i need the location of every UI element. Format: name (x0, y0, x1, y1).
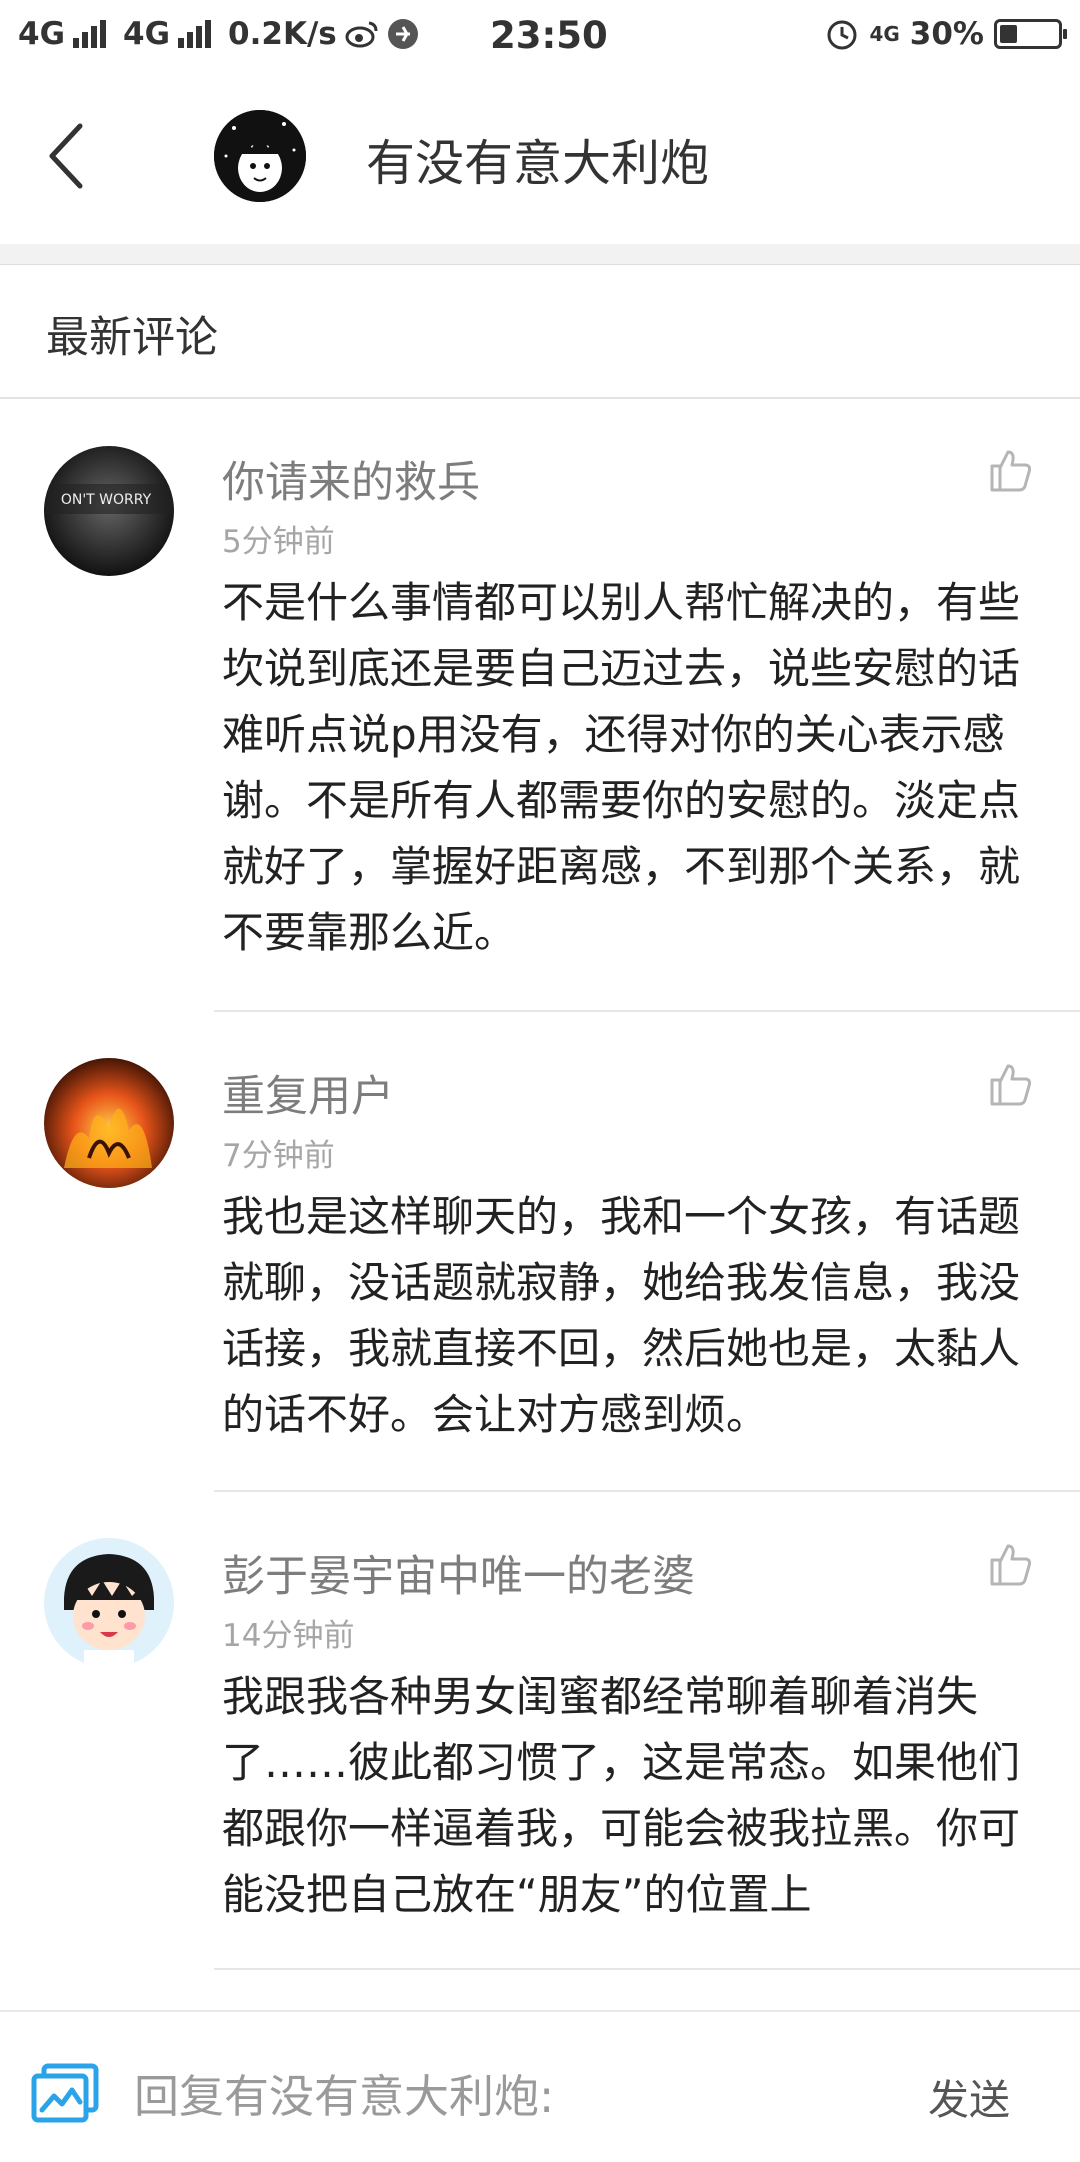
comment-text: 我跟我各种男女闺蜜都经常聊着聊着消失了……彼此都习惯了，这是常态。如果他们都跟你… (222, 1672, 1021, 1919)
comment-text: 不是什么事情都可以别人帮忙解决的，有些坎说到底还是要自己迈过去，说些安慰的话难听… (222, 578, 1021, 957)
status-left: 4G 4G 0.2K/s (18, 16, 419, 52)
chevron-left-icon[interactable] (40, 116, 100, 196)
comment-author[interactable]: 你请来的救兵 (222, 448, 480, 510)
divider (0, 244, 1080, 265)
weibo-icon (345, 21, 378, 48)
image-icon[interactable] (30, 2062, 100, 2126)
section-header: 最新评论 (0, 265, 1080, 399)
thumbs-up-icon[interactable] (986, 1540, 1034, 1588)
comment-author[interactable]: 彭于晏宇宙中唯一的老婆 (222, 1542, 695, 1604)
network-speed: 0.2K/s (228, 16, 337, 52)
network-label-1: 4G (18, 16, 66, 52)
divider (214, 1968, 1080, 1970)
battery-level (1000, 25, 1017, 43)
battery-icon (994, 19, 1067, 49)
signal-icon-2 (178, 20, 212, 48)
top-bar: 有没有意大利炮 (0, 76, 1080, 245)
section-title: 最新评论 (46, 313, 218, 363)
signal-icon (73, 20, 107, 48)
send-button[interactable]: 发送 (928, 2066, 1010, 2126)
network-label-3: 4G (869, 22, 900, 46)
thumbs-up-icon[interactable] (986, 1060, 1034, 1108)
comment-text: 我也是这样聊天的，我和一个女孩，有话题就聊，没话题就寂静，她给我发信息，我没话接… (222, 1192, 1021, 1439)
network-label-2: 4G (123, 16, 171, 52)
status-bar: 4G 4G 0.2K/s 23:50 4G 30% (0, 0, 1080, 76)
page-title: 有没有意大利炮 (366, 135, 710, 192)
comment-time: 7分钟前 (222, 1138, 335, 1174)
avatar-caption: ON'T WORRY (61, 492, 152, 508)
avatar[interactable] (214, 110, 306, 202)
avatar[interactable] (44, 1058, 174, 1188)
battery-percent: 30% (909, 16, 984, 52)
comment-item: 重复用户 7分钟前 我也是这样聊天的，我和一个女孩，有话题就聊，没话题就寂静，她… (0, 1012, 1080, 1492)
comment-time: 14分钟前 (222, 1618, 355, 1654)
reply-input[interactable]: 回复有没有意大利炮: (134, 2060, 554, 2125)
avatar[interactable]: ON'T WORRY (44, 446, 174, 576)
status-right: 4G 30% (825, 16, 1067, 52)
comment-author[interactable]: 重复用户 (222, 1062, 394, 1124)
comment-time: 5分钟前 (222, 524, 335, 560)
comment-item: ON'T WORRY 你请来的救兵 5分钟前 不是什么事情都可以别人帮忙解决的，… (0, 398, 1080, 1012)
thumbs-up-icon[interactable] (986, 446, 1034, 494)
clock: 23:50 (490, 14, 608, 57)
alarm-icon (827, 20, 857, 50)
comment-item: 彭于晏宇宙中唯一的老婆 14分钟前 我跟我各种男女闺蜜都经常聊着聊着消失了……彼… (0, 1492, 1080, 1970)
message-icon (387, 19, 418, 49)
reply-bar: 回复有没有意大利炮: 发送 (0, 2010, 1080, 2162)
avatar[interactable] (44, 1538, 174, 1668)
